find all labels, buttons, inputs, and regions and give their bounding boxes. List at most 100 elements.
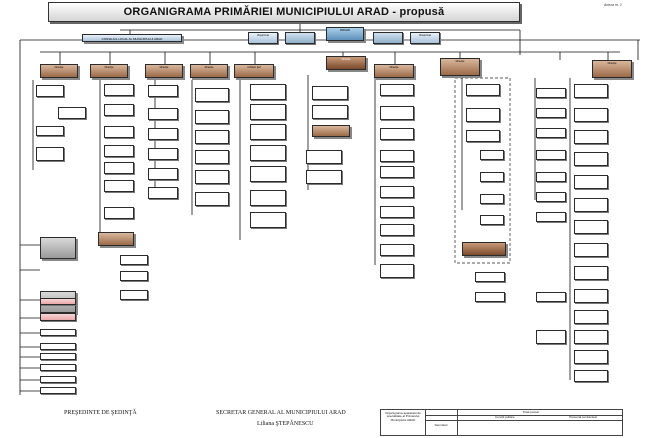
office-node: [574, 266, 608, 280]
annex-label: Anexa nr. 1: [604, 3, 622, 7]
side-node-text: [40, 262, 76, 276]
node-left-mayor: [285, 32, 315, 44]
office-node: [380, 150, 414, 162]
side-node-pink: [40, 298, 76, 305]
office-node: [536, 330, 566, 344]
office-node: [120, 271, 148, 281]
office-node: [380, 244, 414, 256]
side-node: [40, 376, 76, 383]
office-node: [536, 292, 566, 302]
office-node: [466, 130, 500, 142]
office-node: [574, 198, 608, 212]
office-node: [195, 88, 229, 102]
side-node: [40, 364, 76, 371]
deputy-mayor-left: Viceprimar: [248, 32, 278, 44]
office-node: [312, 105, 348, 119]
office-node: [148, 148, 178, 160]
office-node: [104, 180, 134, 192]
table-title: Organigrama aparatului de specialitate a…: [385, 411, 421, 422]
column-head-6: Direcţie: [326, 56, 366, 70]
office-node: [36, 126, 64, 136]
side-node-pink: [40, 313, 76, 321]
office-node: [536, 128, 566, 138]
office-node: [195, 110, 229, 124]
office-node: [380, 106, 414, 120]
office-node: [574, 220, 608, 234]
office-node: [250, 145, 286, 161]
side-node: [40, 387, 76, 394]
office-node: [250, 190, 286, 206]
side-node-grey: [40, 237, 76, 259]
office-node: [104, 104, 134, 116]
office-node: [195, 192, 229, 206]
office-node: [380, 224, 414, 236]
office-node: [148, 108, 178, 120]
office-node: [250, 166, 286, 182]
side-node: [40, 329, 76, 336]
office-node: [58, 107, 86, 119]
office-node: [574, 84, 608, 98]
office-node: [104, 84, 134, 96]
office-node: [380, 264, 414, 278]
office-node: [104, 145, 134, 157]
office-node: [306, 150, 342, 164]
side-node: [40, 353, 76, 360]
office-node: [148, 85, 178, 97]
office-node: [574, 350, 608, 364]
office-node: [475, 272, 505, 282]
column-head-1: Direcţie: [40, 64, 78, 78]
signature-president: PREŞEDINTE DE ŞEDINŢĂ: [64, 410, 137, 416]
office-node: [104, 207, 134, 219]
office-node: [104, 126, 134, 138]
office-node: [466, 108, 500, 122]
column-head-3: Direcţie: [145, 64, 183, 78]
page-title: ORGANIGRAMA PRIMĂRIEI MUNICIPIULUI ARAD …: [48, 2, 520, 22]
office-node: [250, 124, 286, 140]
summary-table: Organigrama aparatului de specialitate a…: [380, 409, 623, 436]
node-right-mayor: [373, 32, 403, 44]
office-node: [574, 310, 608, 324]
office-node: [195, 130, 229, 144]
office-node: [574, 330, 608, 344]
office-node: [480, 215, 504, 225]
column-head-7: Direcţie: [374, 64, 414, 78]
column-sub-head-2: [98, 232, 134, 246]
side-node: [40, 343, 76, 350]
office-node: [536, 212, 566, 222]
office-node: [195, 170, 229, 184]
office-node: [480, 194, 504, 204]
office-node: [536, 88, 566, 98]
column-head-4: Direcţie: [190, 64, 228, 78]
office-node: [36, 147, 64, 161]
office-node: [536, 172, 566, 182]
office-node: [250, 212, 286, 228]
office-node: [480, 150, 504, 160]
office-node: [536, 108, 566, 118]
office-node: [574, 370, 608, 382]
office-node: [104, 162, 134, 174]
office-node: [574, 175, 608, 189]
office-node: [306, 170, 342, 184]
office-node: [120, 290, 148, 300]
column-head-9: Direcţie: [592, 60, 632, 78]
column-head-8: Direcţie: [440, 58, 480, 76]
office-node: [312, 86, 348, 100]
signature-secretary: SECRETAR GENERAL AL MUNICIPIULUI ARAD: [216, 410, 346, 416]
office-node: [250, 84, 286, 100]
column-sub-head-3: [462, 242, 506, 256]
table-row-label: Demnitari: [434, 423, 448, 427]
office-node: [250, 104, 286, 120]
office-node: [380, 206, 414, 218]
deputy-mayor-right: Viceprimar: [410, 32, 440, 44]
office-node: [380, 166, 414, 178]
office-node: [536, 192, 566, 202]
office-node: [536, 150, 566, 160]
column-head-5: Arhitect Şef: [234, 64, 274, 78]
table-total: Total posturi: [522, 410, 540, 414]
office-node: [36, 85, 64, 97]
column-sub-head: [312, 125, 350, 137]
office-node: [574, 243, 608, 257]
office-node: [480, 172, 504, 182]
council-box: CONSILIUL LOCAL AL MUNICIPIULUI ARAD: [82, 34, 182, 42]
table-public-functions: Funcţii publice: [495, 415, 515, 419]
